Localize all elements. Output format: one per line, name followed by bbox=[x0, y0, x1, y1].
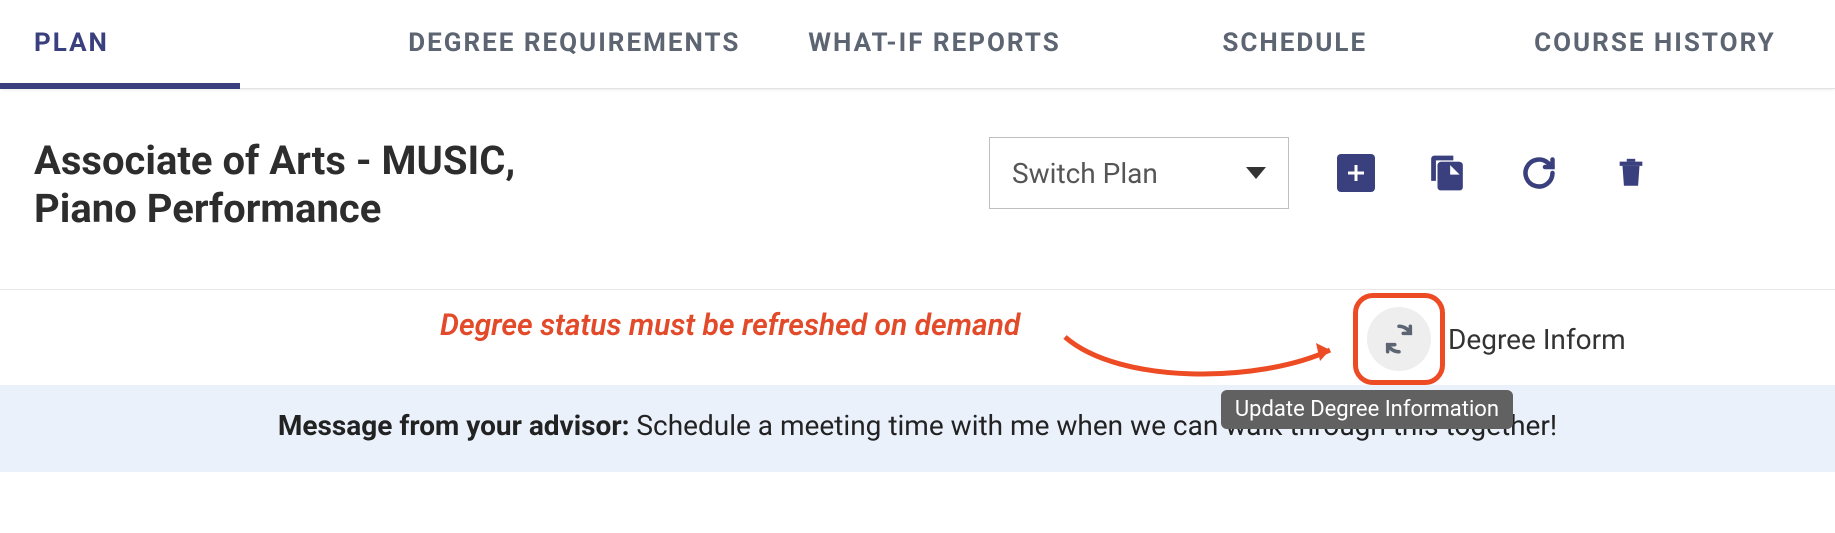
degree-info-row: Degree status must be refreshed on deman… bbox=[0, 290, 1835, 385]
refresh-plan-button[interactable] bbox=[1519, 153, 1559, 193]
add-plan-button[interactable] bbox=[1337, 154, 1375, 192]
sync-icon bbox=[1382, 322, 1416, 356]
plan-header: Associate of Arts - MUSIC, Piano Perform… bbox=[0, 89, 1835, 290]
refresh-degree-wrap: Degree Inform bbox=[1353, 293, 1445, 385]
tab-bar: PLAN DEGREE REQUIREMENTS WHAT-IF REPORTS… bbox=[0, 0, 1835, 89]
update-degree-info-button[interactable] bbox=[1367, 307, 1431, 371]
annotation-text: Degree status must be refreshed on deman… bbox=[440, 308, 1020, 343]
switch-plan-label: Switch Plan bbox=[1012, 157, 1158, 190]
plan-title: Associate of Arts - MUSIC, Piano Perform… bbox=[34, 137, 624, 233]
delete-plan-button[interactable] bbox=[1611, 153, 1651, 193]
annotation-highlight-box bbox=[1353, 293, 1445, 385]
tab-what-if-reports[interactable]: WHAT-IF REPORTS bbox=[754, 0, 1114, 88]
degree-information-label: Degree Inform bbox=[1448, 323, 1626, 356]
tab-course-history[interactable]: COURSE HISTORY bbox=[1475, 0, 1835, 88]
advisor-message-bar: Message from your advisor: Schedule a me… bbox=[0, 385, 1835, 472]
tab-schedule[interactable]: SCHEDULE bbox=[1115, 0, 1475, 88]
switch-plan-dropdown[interactable]: Switch Plan bbox=[989, 137, 1289, 209]
tab-plan[interactable]: PLAN bbox=[0, 0, 394, 88]
plan-actions bbox=[1337, 153, 1801, 193]
refresh-icon bbox=[1521, 155, 1557, 191]
copy-icon bbox=[1428, 154, 1466, 192]
trash-icon bbox=[1614, 156, 1648, 190]
plus-icon bbox=[1344, 161, 1368, 185]
update-degree-tooltip: Update Degree Information bbox=[1221, 390, 1513, 429]
copy-plan-button[interactable] bbox=[1427, 153, 1467, 193]
tab-degree-requirements[interactable]: DEGREE REQUIREMENTS bbox=[394, 0, 754, 88]
chevron-down-icon bbox=[1246, 167, 1266, 179]
advisor-message-label: Message from your advisor: bbox=[278, 409, 630, 442]
annotation-arrow-icon bbox=[1060, 325, 1350, 395]
